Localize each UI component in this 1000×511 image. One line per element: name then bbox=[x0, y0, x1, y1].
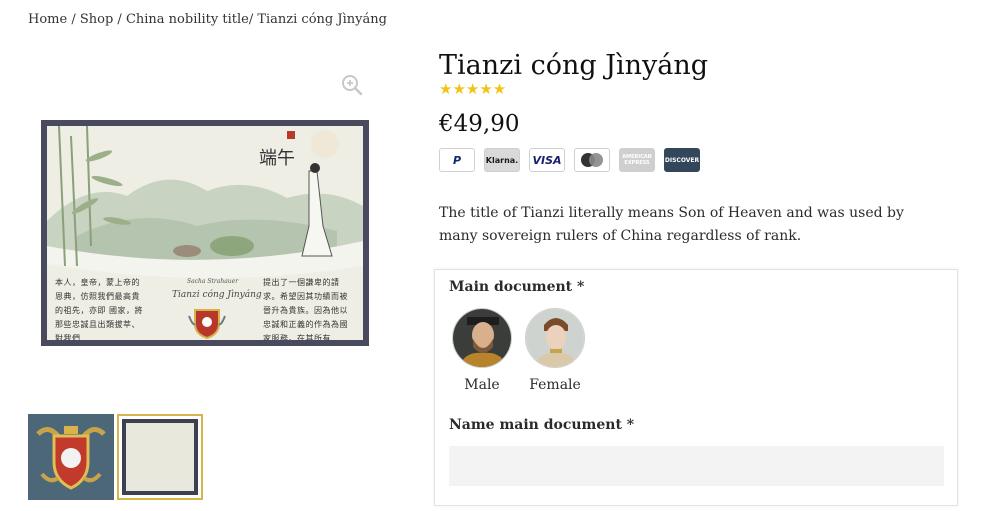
female-portrait-image bbox=[526, 309, 584, 367]
thumbnail-document-frame bbox=[122, 419, 198, 495]
product-description: The title of Tianzi literally means Son … bbox=[439, 205, 904, 244]
rating-stars[interactable]: ★★★★★ bbox=[439, 80, 506, 98]
name-main-document-input[interactable] bbox=[449, 446, 944, 486]
name-main-document-label: Name main document * bbox=[449, 417, 635, 433]
breadcrumb-category-link[interactable]: China nobility title bbox=[126, 12, 249, 27]
klarna-icon: Klarna. bbox=[484, 148, 520, 172]
svg-text:端午: 端午 bbox=[259, 148, 295, 169]
product-main-image[interactable]: 端午 本人，皇帝，蒙上帝的恩典，仿照我們最高貴的祖先，亦即 國家，將那些忠誠且出… bbox=[41, 120, 369, 346]
zoom-in-icon[interactable] bbox=[340, 73, 364, 97]
discover-icon: DISCOVER bbox=[664, 148, 700, 172]
amex-label: AMERICAN EXPRESS bbox=[622, 154, 652, 166]
visa-icon: VISA bbox=[529, 148, 565, 172]
mastercard-circles bbox=[581, 153, 603, 167]
amex-icon: AMERICAN EXPRESS bbox=[619, 148, 655, 172]
visa-label: VISA bbox=[532, 153, 562, 167]
thumbnail-coat-of-arms[interactable] bbox=[28, 414, 114, 500]
document-left-text: 本人，皇帝，蒙上帝的恩典，仿照我們最高貴的祖先，亦即 國家，將那些忠誠且出類拔萃… bbox=[55, 278, 144, 340]
product-price: €49,90 bbox=[439, 111, 520, 137]
breadcrumb-separator: / bbox=[113, 12, 126, 27]
document-signer: Sacha Strahauer bbox=[187, 278, 239, 285]
breadcrumb: Home / Shop / China nobility title/ Tian… bbox=[28, 12, 387, 27]
male-portrait bbox=[452, 308, 512, 368]
document-preview: 端午 本人，皇帝，蒙上帝的恩典，仿照我們最高貴的祖先，亦即 國家，將那些忠誠且出… bbox=[47, 126, 363, 340]
breadcrumb-shop-link[interactable]: Shop bbox=[80, 12, 113, 27]
option-female-label: Female bbox=[529, 377, 581, 393]
coat-of-arms-seal bbox=[188, 309, 226, 340]
breadcrumb-current: / Tianzi cóng Jìnyáng bbox=[248, 12, 387, 27]
thumbnail-document[interactable] bbox=[117, 414, 203, 500]
option-male-label: Male bbox=[464, 377, 500, 393]
option-male[interactable]: Male bbox=[450, 308, 514, 393]
paypal-label: P bbox=[452, 153, 462, 167]
discover-label: DISCOVER bbox=[664, 156, 700, 164]
product-title: Tianzi cóng Jìnyáng bbox=[439, 50, 709, 81]
product-options: Main document * Male Female Name main do… bbox=[434, 269, 958, 506]
breadcrumb-home-link[interactable]: Home bbox=[28, 12, 67, 27]
payment-methods: P Klarna. VISA AMERICAN EXPRESS DISCOVER bbox=[439, 148, 700, 172]
option-female[interactable]: Female bbox=[523, 308, 587, 393]
document-right-text: 提出了一個謙卑的請求。希望因其功績而被晉升為貴族。因為他以忠誠和正義的作為為國家… bbox=[263, 278, 348, 340]
klarna-label: Klarna. bbox=[485, 155, 519, 165]
breadcrumb-separator: / bbox=[67, 12, 80, 27]
mastercard-icon bbox=[574, 148, 610, 172]
male-portrait-image bbox=[453, 309, 511, 367]
coat-of-arms-image bbox=[28, 414, 114, 500]
paypal-icon: P bbox=[439, 148, 475, 172]
main-document-label: Main document * bbox=[449, 279, 585, 295]
female-portrait bbox=[525, 308, 585, 368]
document-name: Tianzi cóng Jìnyáng bbox=[172, 290, 262, 300]
